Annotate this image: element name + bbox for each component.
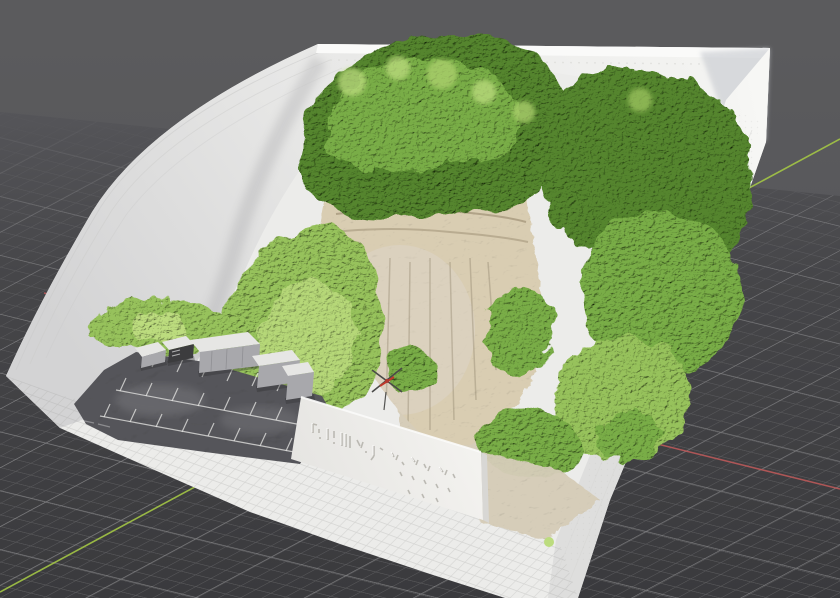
viewport-window[interactable] (0, 0, 840, 598)
viewport-canvas[interactable] (0, 0, 840, 598)
green-sprig (544, 537, 554, 547)
asphalt-worn-patch (115, 384, 205, 416)
asphalt-worn-patch (220, 406, 300, 434)
